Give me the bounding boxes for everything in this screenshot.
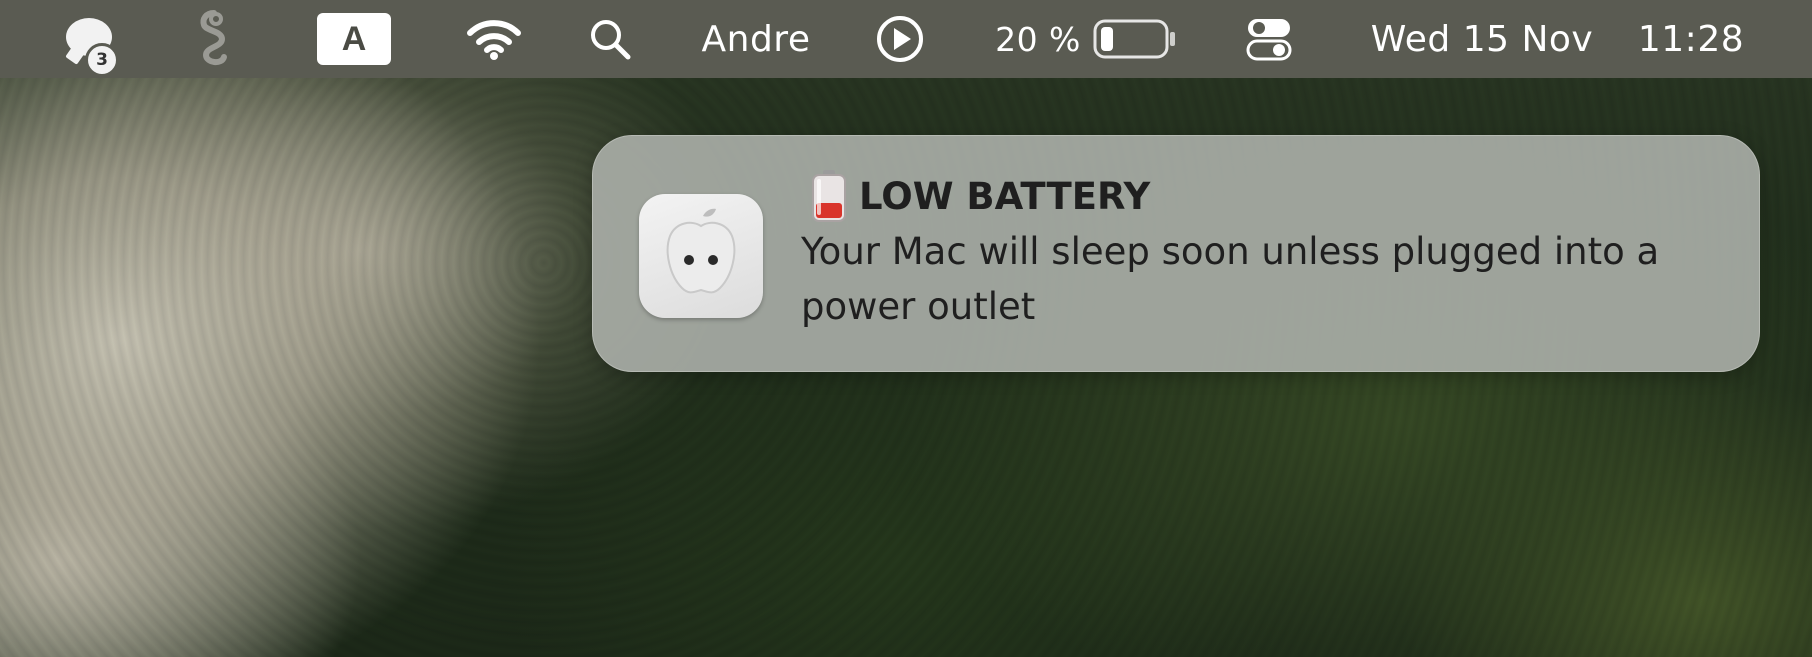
low-battery-icon (812, 170, 846, 222)
battery-percent: 20 % (995, 19, 1081, 59)
control-center-item[interactable] (1244, 0, 1294, 78)
control-center-icon (1246, 19, 1292, 61)
messages-status-item[interactable]: 3 (52, 0, 126, 78)
spotlight-status-item[interactable] (586, 0, 634, 78)
menu-bar: 3 A Andre 20 % Wed 15 Nov 11:28 (0, 0, 1812, 78)
input-source-icon: A (317, 13, 391, 65)
play-icon (877, 16, 923, 62)
battery-status-item[interactable] (1092, 0, 1178, 78)
wifi-status-item[interactable] (462, 0, 526, 78)
user-menu-item[interactable]: Andre (694, 0, 818, 78)
notification-header: LOW BATTERY (809, 166, 1150, 226)
battery-icon (1093, 19, 1175, 59)
g-app-icon (200, 10, 227, 65)
notification-body: Your Mac will sleep soon unless plugged … (801, 230, 1660, 328)
menubar-clock[interactable]: 11:28 (1626, 0, 1756, 78)
input-source-item[interactable]: A (316, 0, 392, 78)
menubar-date[interactable]: Wed 15 Nov (1352, 0, 1612, 78)
messages-badge: 3 (85, 43, 119, 77)
g-app-status-item[interactable] (190, 0, 238, 78)
wifi-icon (467, 20, 521, 60)
battery-percent-item[interactable]: 20 % (990, 0, 1086, 78)
user-name: Andre (701, 18, 811, 60)
date-label: Wed 15 Nov (1370, 18, 1594, 60)
power-outlet-icon (639, 194, 763, 318)
search-icon (591, 20, 631, 60)
now-playing-item[interactable] (874, 0, 926, 78)
time-label: 11:28 (1637, 18, 1745, 60)
notification-title: LOW BATTERY (859, 174, 1151, 218)
low-battery-notification[interactable]: LOW BATTERY Your Mac will sleep soon unl… (592, 135, 1760, 372)
